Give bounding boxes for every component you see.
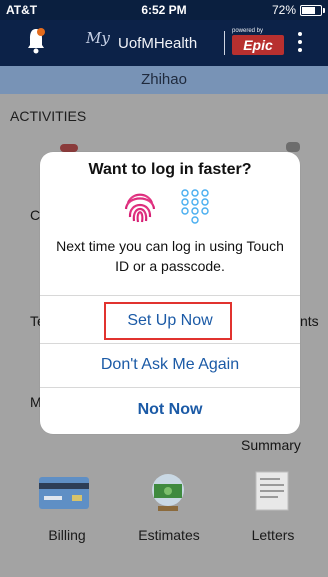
more-icon[interactable] bbox=[295, 30, 305, 56]
battery-percentage: 72% bbox=[271, 3, 296, 17]
highlight-box bbox=[104, 302, 232, 340]
menu-item-label-partial[interactable]: nts bbox=[300, 313, 319, 329]
user-name-bar: Zhihao bbox=[0, 66, 328, 94]
dont-ask-again-button[interactable]: Don't Ask Me Again bbox=[40, 343, 300, 387]
alert-message: Next time you can log in using Touch ID … bbox=[56, 238, 284, 274]
estimates-label: Estimates bbox=[138, 527, 200, 543]
battery-icon bbox=[300, 5, 325, 16]
money-globe-icon bbox=[152, 474, 184, 511]
logo-name: UofMHealth bbox=[118, 35, 198, 52]
touch-id-alert: Want to log in faster? Next time you can… bbox=[40, 152, 300, 434]
billing-label: Billing bbox=[48, 527, 86, 543]
summary-label[interactable]: Summary bbox=[241, 437, 301, 453]
letters-label: Letters bbox=[251, 527, 295, 543]
divider bbox=[40, 295, 300, 296]
fingerprint-icon bbox=[121, 188, 159, 226]
section-header: ACTIVITIES bbox=[0, 94, 328, 134]
menu-icon bbox=[286, 142, 300, 152]
app-header: My UofMHealth powered by Epic bbox=[0, 20, 328, 66]
menu-icon bbox=[60, 144, 78, 152]
epic-logo: Epic bbox=[232, 35, 284, 55]
bell-icon[interactable] bbox=[26, 26, 46, 56]
alert-title: Want to log in faster? bbox=[88, 161, 252, 178]
app-logo: My UofMHealth powered by Epic bbox=[86, 28, 284, 57]
logo-divider bbox=[224, 31, 225, 55]
letter-document-icon bbox=[255, 471, 289, 511]
not-now-button[interactable]: Not Now bbox=[40, 388, 300, 432]
section-title: ACTIVITIES bbox=[10, 108, 87, 124]
passcode-icon bbox=[181, 189, 209, 224]
logo-my: My bbox=[86, 29, 110, 47]
powered-by-label: powered by bbox=[232, 28, 264, 34]
status-bar: AT&T 6:52 PM 72% bbox=[0, 0, 328, 20]
credit-card-icon bbox=[39, 477, 89, 509]
